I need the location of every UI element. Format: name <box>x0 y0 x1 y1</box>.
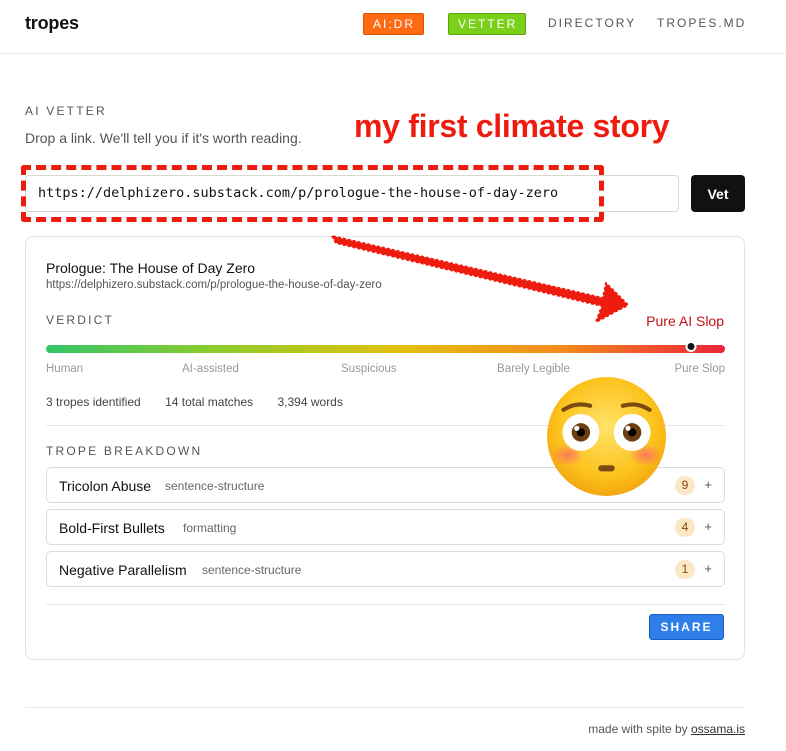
footer: made with spite by ossama.is <box>588 722 745 736</box>
stat-matches: 14 total matches <box>165 395 254 409</box>
trope-name: Bold-First Bullets <box>59 520 165 536</box>
scale-label-human: Human <box>46 363 84 375</box>
trope-count-badge: 9 <box>675 476 695 495</box>
trope-category: sentence-structure <box>202 563 302 577</box>
trope-row[interactable]: Bold-First Bullets formatting 4 + <box>46 509 725 545</box>
footer-divider <box>25 707 745 708</box>
nav-aidr[interactable]: AI;DR <box>363 13 425 35</box>
expand-icon[interactable]: + <box>704 519 712 534</box>
trope-list: Tricolon Abuse sentence-structure 9 + Bo… <box>46 467 725 593</box>
verdict-label: VERDICT <box>46 313 115 327</box>
article-title: Prologue: The House of Day Zero <box>46 260 256 276</box>
stat-tropes: 3 tropes identified <box>46 395 141 409</box>
expand-icon[interactable]: + <box>704 561 712 576</box>
footer-text: made with spite by <box>588 722 691 736</box>
nav-directory[interactable]: DIRECTORY <box>548 16 636 30</box>
divider <box>46 604 725 605</box>
nav-tropes-md[interactable]: TROPES.MD <box>657 16 746 30</box>
section-eyebrow: AI VETTER <box>25 104 107 118</box>
trope-name: Tricolon Abuse <box>59 478 152 494</box>
verdict-scale-labels: Human AI-assisted Suspicious Barely Legi… <box>46 363 725 377</box>
scale-label-ai-assisted: AI-assisted <box>182 363 239 375</box>
trope-count-badge: 4 <box>675 518 695 537</box>
verdict-scale-bar <box>46 341 725 353</box>
result-stats: 3 tropes identified 14 total matches 3,3… <box>46 395 364 409</box>
stat-words: 3,394 words <box>277 395 343 409</box>
expand-icon[interactable]: + <box>704 477 712 492</box>
trope-row[interactable]: Negative Parallelism sentence-structure … <box>46 551 725 587</box>
share-button[interactable]: SHARE <box>649 614 724 640</box>
annotation-caption: my first climate story <box>354 108 670 144</box>
top-bar: tropes AI;DR VETTER DIRECTORY TROPES.MD <box>0 0 786 54</box>
url-input[interactable]: https://delphizero.substack.com/p/prolog… <box>25 175 679 212</box>
nav-vetter[interactable]: VETTER <box>448 13 527 35</box>
verdict-scale-marker <box>685 341 697 352</box>
divider <box>46 425 725 426</box>
scale-label-barely-legible: Barely Legible <box>497 363 570 375</box>
result-card: Prologue: The House of Day Zero https://… <box>25 236 745 660</box>
trope-row[interactable]: Tricolon Abuse sentence-structure 9 + <box>46 467 725 503</box>
section-subtitle: Drop a link. We'll tell you if it's wort… <box>25 130 302 146</box>
trope-count-badge: 1 <box>675 560 695 579</box>
footer-link[interactable]: ossama.is <box>691 722 745 736</box>
brand-logo[interactable]: tropes <box>25 13 79 34</box>
scale-label-pure-slop: Pure Slop <box>674 363 725 375</box>
trope-category: formatting <box>183 521 237 535</box>
trope-category: sentence-structure <box>165 479 265 493</box>
vet-button[interactable]: Vet <box>691 175 745 212</box>
article-url[interactable]: https://delphizero.substack.com/p/prolog… <box>46 279 382 291</box>
verdict-value: Pure AI Slop <box>646 313 724 329</box>
breakdown-label: TROPE BREAKDOWN <box>46 444 203 458</box>
scale-label-suspicious: Suspicious <box>341 363 397 375</box>
trope-name: Negative Parallelism <box>59 562 187 578</box>
